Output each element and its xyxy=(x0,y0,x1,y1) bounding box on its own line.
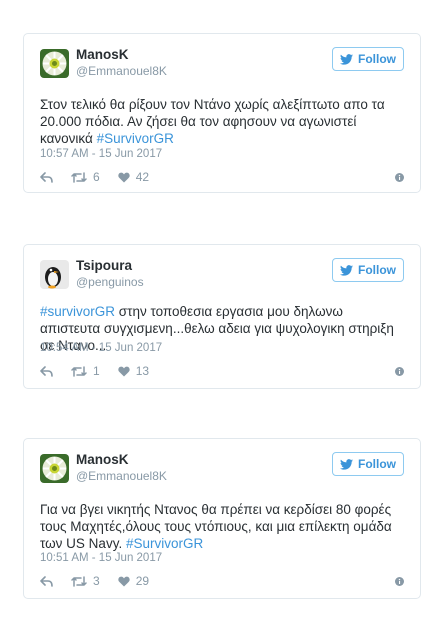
follow-label: Follow xyxy=(358,52,396,66)
retweet-icon xyxy=(71,171,87,183)
heart-icon xyxy=(118,576,130,586)
reply-icon xyxy=(40,575,53,587)
user-handle[interactable]: @Emmanouel8K xyxy=(76,64,167,78)
hashtag-link[interactable]: #SurvivorGR xyxy=(97,131,174,146)
retweet-button[interactable]: 6 xyxy=(71,170,100,184)
user-handle[interactable]: @penguinos xyxy=(76,275,144,289)
like-button[interactable]: 29 xyxy=(118,574,149,588)
like-count: 29 xyxy=(135,574,150,588)
follow-label: Follow xyxy=(358,457,396,471)
info-icon xyxy=(395,366,404,376)
tweet-actions: 1 13 xyxy=(40,363,404,379)
tweet-timestamp[interactable]: 10:54 AM - 15 Jun 2017 xyxy=(40,342,162,354)
tweet-card: ManosK @Emmanouel8K Follow Για να βγει ν… xyxy=(23,438,421,599)
tweet-actions: 6 42 xyxy=(40,169,404,185)
tweet-text: Για να βγει νικητής Ντανος θα πρέπει να … xyxy=(40,501,406,552)
display-name[interactable]: ManosK xyxy=(76,452,129,467)
heart-icon xyxy=(118,172,130,182)
follow-button[interactable]: Follow xyxy=(332,258,404,282)
info-button[interactable] xyxy=(395,172,404,182)
reply-button[interactable] xyxy=(40,365,53,377)
tweet-timestamp[interactable]: 10:57 AM - 15 Jun 2017 xyxy=(40,148,162,160)
info-icon xyxy=(395,172,404,182)
tweet-body: Για να βγει νικητής Ντανος θα πρέπει να … xyxy=(40,502,392,551)
retweet-count: 3 xyxy=(93,574,100,588)
info-button[interactable] xyxy=(395,576,404,586)
hashtag-link[interactable]: #SurvivorGR xyxy=(126,536,203,551)
tweet-card: ManosK @Emmanouel8K Follow Στον τελικό θ… xyxy=(23,33,421,193)
follow-button[interactable]: Follow xyxy=(332,47,404,71)
like-button[interactable]: 42 xyxy=(118,170,149,184)
retweet-count: 6 xyxy=(93,170,100,184)
like-count: 42 xyxy=(135,170,150,184)
reply-icon xyxy=(40,365,53,377)
reply-button[interactable] xyxy=(40,575,53,587)
follow-label: Follow xyxy=(358,263,396,277)
hashtag-link[interactable]: #survivorGR xyxy=(40,304,115,319)
tweet-card: Tsipoura @penguinos Follow #survivorGR σ… xyxy=(23,244,421,389)
twitter-bird-icon xyxy=(340,53,353,65)
reply-button[interactable] xyxy=(40,171,53,183)
twitter-bird-icon xyxy=(340,264,353,276)
like-count: 13 xyxy=(135,364,150,378)
tweet-timestamp[interactable]: 10:51 AM - 15 Jun 2017 xyxy=(40,552,162,564)
display-name[interactable]: Tsipoura xyxy=(76,258,132,273)
retweet-count: 1 xyxy=(93,364,100,378)
retweet-button[interactable]: 3 xyxy=(71,574,100,588)
display-name[interactable]: ManosK xyxy=(76,47,129,62)
tweet-body: Στον τελικό θα ρίξουν τον Ντάνο χωρίς αλ… xyxy=(40,97,385,146)
user-handle[interactable]: @Emmanouel8K xyxy=(76,469,167,483)
retweet-icon xyxy=(71,575,87,587)
info-button[interactable] xyxy=(395,366,404,376)
avatar[interactable] xyxy=(40,454,69,483)
retweet-icon xyxy=(71,365,87,377)
avatar[interactable] xyxy=(40,260,69,289)
twitter-bird-icon xyxy=(340,458,353,470)
avatar[interactable] xyxy=(40,49,69,78)
follow-button[interactable]: Follow xyxy=(332,452,404,476)
heart-icon xyxy=(118,366,130,376)
like-button[interactable]: 13 xyxy=(118,364,149,378)
reply-icon xyxy=(40,171,53,183)
tweet-text: Στον τελικό θα ρίξουν τον Ντάνο χωρίς αλ… xyxy=(40,96,406,147)
info-icon xyxy=(395,576,404,586)
retweet-button[interactable]: 1 xyxy=(71,364,100,378)
tweet-actions: 3 29 xyxy=(40,573,404,589)
